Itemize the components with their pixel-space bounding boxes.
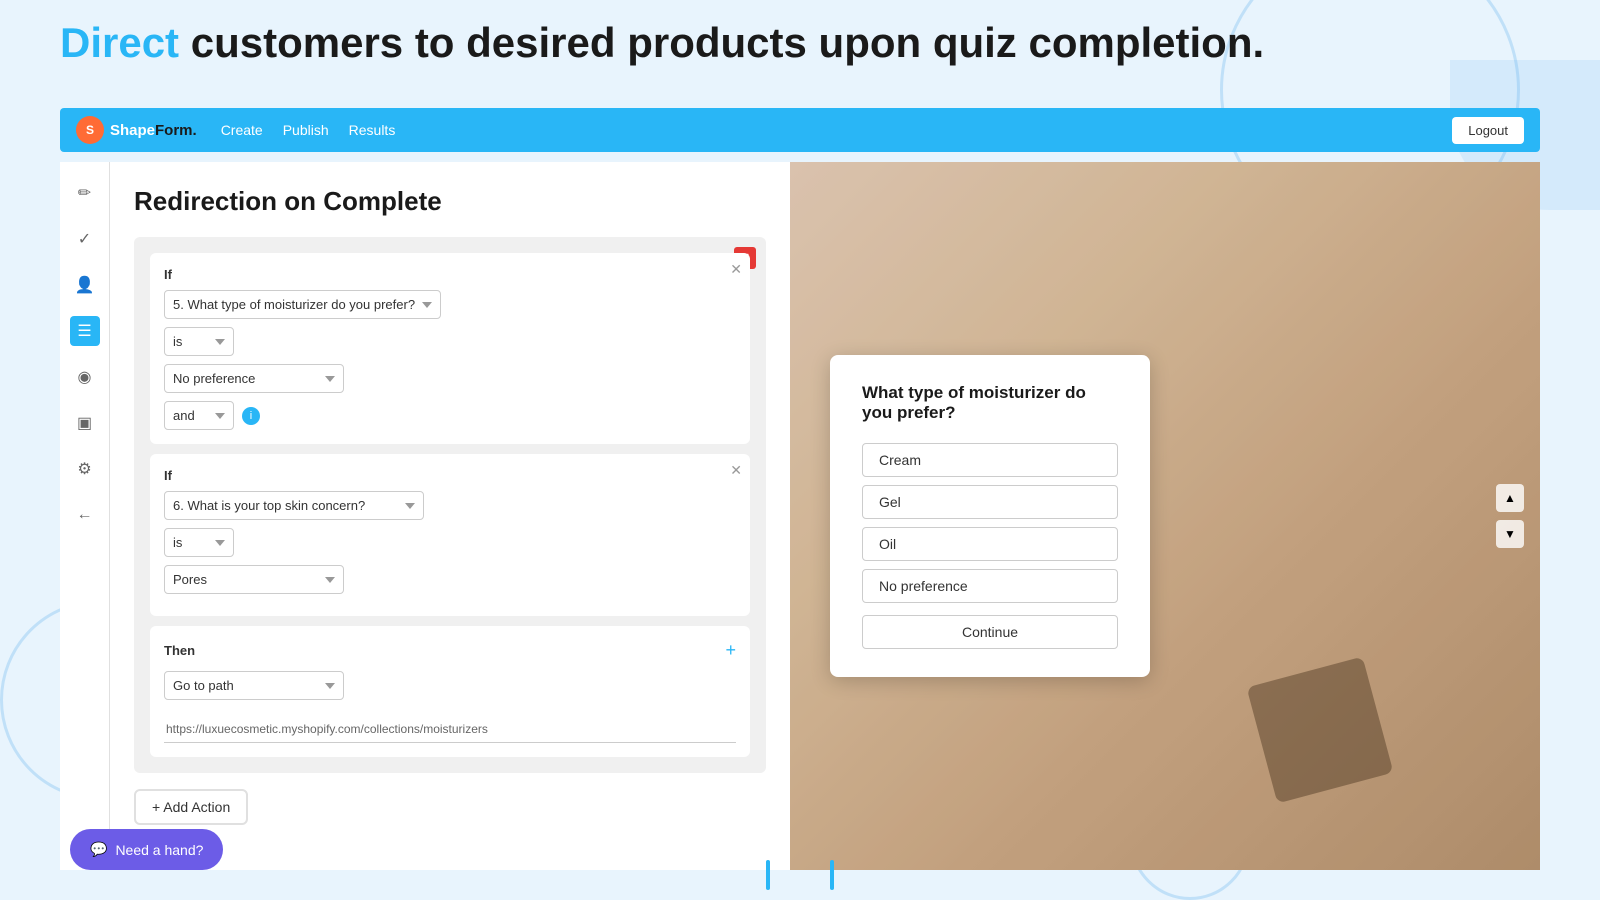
nav-publish[interactable]: Publish xyxy=(283,122,329,138)
scroll-down-arrow[interactable]: ▼ xyxy=(1496,520,1524,548)
scroll-arrows: ▲ ▼ xyxy=(1496,484,1524,548)
nav-results[interactable]: Results xyxy=(349,122,396,138)
main-content: ✏ ✓ 👤 ☰ ◉ ▣ ⚙ ← Redirection on Complete … xyxy=(60,162,1540,870)
then-header: Then + xyxy=(164,640,736,661)
then-label: Then xyxy=(164,643,195,658)
sidebar: ✏ ✓ 👤 ☰ ◉ ▣ ⚙ ← xyxy=(60,162,110,870)
quiz-option-cream[interactable]: Cream xyxy=(862,443,1118,477)
condition2-operator-select[interactable]: is xyxy=(164,528,234,557)
nav-links: Create Publish Results xyxy=(221,122,396,138)
help-icon: 💬 xyxy=(90,841,107,858)
quiz-continue-button[interactable]: Continue xyxy=(862,615,1118,649)
condition1-connector-row: and or i xyxy=(164,401,736,430)
condition1-answer-select[interactable]: No preference xyxy=(164,364,344,393)
add-action-label: + Add Action xyxy=(152,799,230,815)
then-block: Then + Go to path xyxy=(150,626,750,757)
right-panel: What type of moisturizer do you prefer? … xyxy=(790,162,1540,870)
sidebar-icon-users[interactable]: 👤 xyxy=(70,270,100,300)
quiz-card: What type of moisturizer do you prefer? … xyxy=(830,355,1150,677)
header-rest: customers to desired products upon quiz … xyxy=(179,19,1264,66)
sidebar-icon-eye[interactable]: ◉ xyxy=(70,362,100,392)
quiz-option-oil[interactable]: Oil xyxy=(862,527,1118,561)
condition1-close-button[interactable]: ✕ xyxy=(730,261,742,278)
panel-title: Redirection on Complete xyxy=(134,186,766,217)
condition2-operator-row: is xyxy=(164,528,736,557)
add-action-button[interactable]: + Add Action xyxy=(134,789,248,825)
condition1-operator-select[interactable]: is xyxy=(164,327,234,356)
condition2-close-button[interactable]: ✕ xyxy=(730,462,742,479)
info-icon: i xyxy=(242,407,260,425)
brand: S ShapeForm. xyxy=(76,116,197,144)
scroll-up-arrow[interactable]: ▲ xyxy=(1496,484,1524,512)
scroll-dot-1 xyxy=(766,860,770,890)
condition1-operator-row: is xyxy=(164,327,736,356)
rule-card: ✕ ✕ If 5. What type of moisturizer do yo… xyxy=(134,237,766,773)
quiz-option-no-preference[interactable]: No preference xyxy=(862,569,1118,603)
help-button[interactable]: 💬 Need a hand? xyxy=(70,829,223,870)
condition2-answer-row: Pores xyxy=(164,565,736,594)
then-action-select[interactable]: Go to path xyxy=(164,671,344,700)
condition1-question-select[interactable]: 5. What type of moisturizer do you prefe… xyxy=(164,290,441,319)
logo-icon: S xyxy=(76,116,104,144)
sidebar-icon-cursor[interactable]: ✓ xyxy=(70,224,100,254)
sidebar-icon-save[interactable]: ▣ xyxy=(70,408,100,438)
condition-block-2: ✕ If 6. What is your top skin concern? i… xyxy=(150,454,750,616)
condition2-label: If xyxy=(164,468,736,483)
condition1-question-row: 5. What type of moisturizer do you prefe… xyxy=(164,290,736,319)
then-add-button[interactable]: + xyxy=(725,640,736,661)
navbar: S ShapeForm. Create Publish Results Logo… xyxy=(60,108,1540,152)
then-url-input[interactable] xyxy=(164,716,736,743)
quiz-option-gel[interactable]: Gel xyxy=(862,485,1118,519)
sidebar-icon-settings[interactable]: ⚙ xyxy=(70,454,100,484)
preview-content: What type of moisturizer do you prefer? … xyxy=(790,162,1540,870)
condition2-answer-select[interactable]: Pores xyxy=(164,565,344,594)
sidebar-icon-layout[interactable]: ☰ xyxy=(70,316,100,346)
logout-button[interactable]: Logout xyxy=(1452,117,1524,144)
brand-name: ShapeForm. xyxy=(110,122,197,139)
condition2-question-row: 6. What is your top skin concern? xyxy=(164,491,736,520)
page-header: Direct customers to desired products upo… xyxy=(60,20,1264,66)
then-action-row: Go to path xyxy=(164,671,736,700)
condition1-answer-row: No preference xyxy=(164,364,736,393)
header-highlight: Direct xyxy=(60,19,179,66)
left-panel: Redirection on Complete ✕ ✕ If 5. What t… xyxy=(110,162,790,870)
nav-create[interactable]: Create xyxy=(221,122,263,138)
quiz-question: What type of moisturizer do you prefer? xyxy=(862,383,1118,423)
condition2-question-select[interactable]: 6. What is your top skin concern? xyxy=(164,491,424,520)
condition1-label: If xyxy=(164,267,736,282)
sidebar-icon-back[interactable]: ← xyxy=(70,500,100,530)
scroll-dot-2 xyxy=(830,860,834,890)
help-label: Need a hand? xyxy=(115,842,203,858)
sidebar-icon-edit[interactable]: ✏ xyxy=(70,178,100,208)
condition1-connector-select[interactable]: and or xyxy=(164,401,234,430)
bottom-scroll xyxy=(766,860,834,890)
condition-block-1: ✕ If 5. What type of moisturizer do you … xyxy=(150,253,750,444)
